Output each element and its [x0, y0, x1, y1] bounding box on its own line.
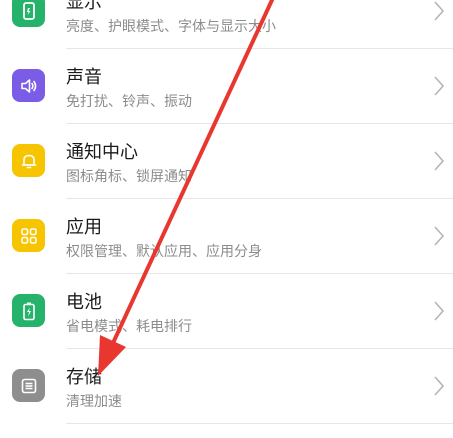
settings-item-subtitle: 权限管理、默认应用、应用分身 [66, 244, 262, 260]
settings-item-title: 通知中心 [66, 142, 138, 163]
chevron-right-icon [434, 226, 445, 246]
settings-item-title: 电池 [66, 292, 102, 313]
settings-item-subtitle: 免打扰、铃声、振动 [66, 94, 192, 110]
chevron-right-icon [434, 151, 445, 171]
settings-item-storage[interactable]: 存储 清理加速 [0, 349, 453, 424]
battery-icon [12, 294, 45, 327]
divider [66, 423, 453, 424]
settings-item-subtitle: 亮度、护眼模式、字体与显示大小 [66, 19, 276, 35]
chevron-right-icon [434, 76, 445, 96]
chevron-right-icon [434, 376, 445, 396]
settings-item-title: 声音 [66, 67, 102, 88]
speaker-icon [12, 69, 45, 102]
chevron-right-icon [434, 301, 445, 321]
settings-item-subtitle: 省电模式、耗电排行 [66, 319, 192, 335]
storage-icon [12, 369, 45, 402]
settings-item-title: 应用 [66, 217, 102, 238]
settings-list: 显示 亮度、护眼模式、字体与显示大小 声音 免打扰、铃声、振动 通知中心 图标角… [0, 0, 453, 424]
bell-icon [12, 144, 45, 177]
chevron-right-icon [434, 1, 445, 21]
settings-item-battery[interactable]: 电池 省电模式、耗电排行 [0, 274, 453, 349]
settings-item-title: 显示 [66, 0, 102, 13]
settings-item-notification-center[interactable]: 通知中心 图标角标、锁屏通知 [0, 124, 453, 199]
settings-item-subtitle: 清理加速 [66, 394, 122, 410]
display-icon [12, 0, 45, 27]
settings-item-display[interactable]: 显示 亮度、护眼模式、字体与显示大小 [0, 0, 453, 49]
apps-grid-icon [12, 219, 45, 252]
settings-item-sound[interactable]: 声音 免打扰、铃声、振动 [0, 49, 453, 124]
settings-item-apps[interactable]: 应用 权限管理、默认应用、应用分身 [0, 199, 453, 274]
settings-item-title: 存储 [66, 367, 102, 388]
settings-item-subtitle: 图标角标、锁屏通知 [66, 169, 192, 185]
